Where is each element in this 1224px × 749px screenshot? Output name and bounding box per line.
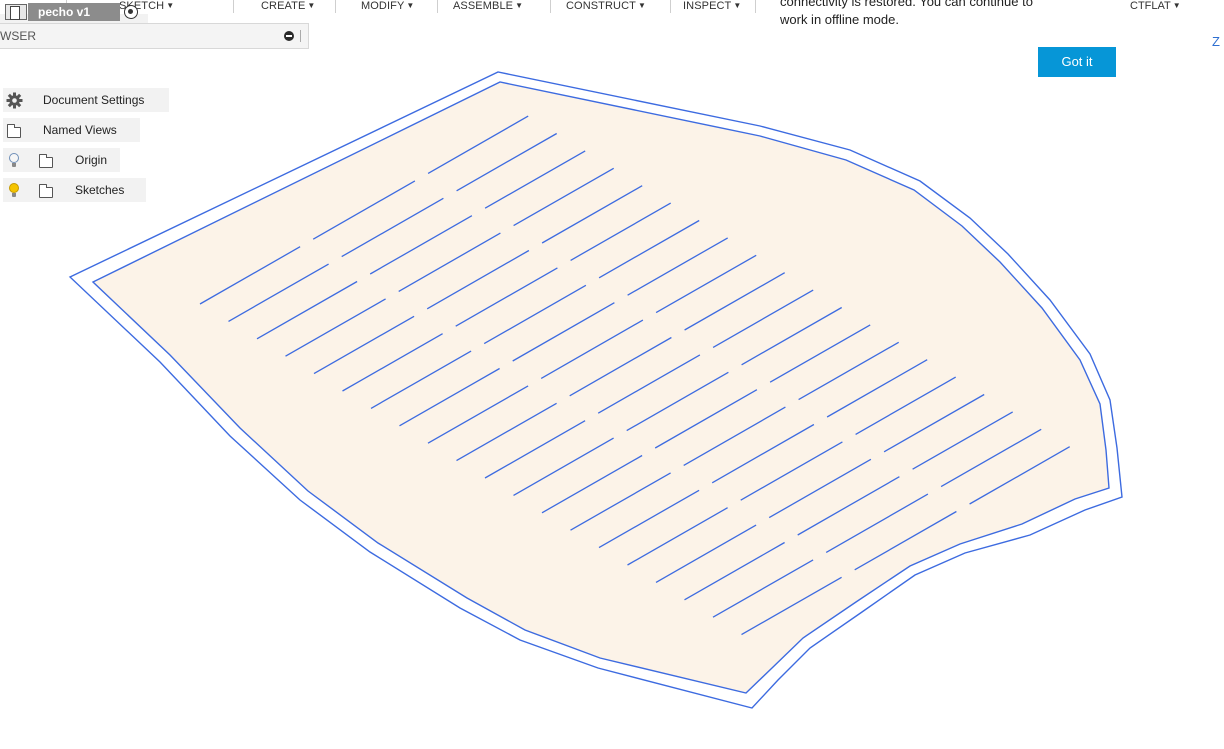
browser-panel-header[interactable]: WSER xyxy=(0,23,309,49)
tab-create-label: CREATE xyxy=(261,0,306,12)
tab-modify[interactable]: MODIFY ▼ xyxy=(361,0,414,13)
chevron-down-icon: ▼ xyxy=(166,1,175,10)
browser-item-origin[interactable]: Origin xyxy=(3,148,120,172)
tab-ctflat-label: CTFLAT xyxy=(1130,0,1171,12)
tab-inspect-label: INSPECT xyxy=(683,0,732,12)
offline-notification: connectivity is restored. You can contin… xyxy=(768,0,1130,88)
browser-item-document-settings[interactable]: Document Settings xyxy=(3,88,169,112)
notification-line: work in offline mode. xyxy=(780,12,899,27)
component-icon xyxy=(5,4,27,20)
browser-item-sketches[interactable]: Sketches xyxy=(3,178,146,202)
tab-construct[interactable]: CONSTRUCT ▼ xyxy=(566,0,646,13)
gear-icon xyxy=(6,92,23,109)
tab-inspect[interactable]: INSPECT ▼ xyxy=(683,0,741,13)
browser-title: WSER xyxy=(0,29,36,43)
activate-radio-icon[interactable] xyxy=(124,5,138,19)
toolbar-separator xyxy=(755,0,756,13)
visibility-bulb-on-icon[interactable] xyxy=(9,183,19,197)
toolbar-separator xyxy=(335,0,336,13)
toolbar-separator xyxy=(670,0,671,13)
chevron-down-icon: ▼ xyxy=(1172,1,1181,10)
view-cube-z-axis[interactable]: Z xyxy=(1212,34,1220,49)
toolbar-separator xyxy=(550,0,551,13)
chevron-down-icon: ▼ xyxy=(406,1,415,10)
tab-assemble-label: ASSEMBLE xyxy=(453,0,514,12)
tab-assemble[interactable]: ASSEMBLE ▼ xyxy=(453,0,523,13)
folder-icon xyxy=(39,154,53,168)
notification-line: connectivity is restored. You can contin… xyxy=(780,0,1033,9)
canvas-viewport[interactable] xyxy=(0,0,1224,749)
folder-icon xyxy=(7,124,21,138)
tab-construct-label: CONSTRUCT xyxy=(566,0,636,12)
tab-modify-label: MODIFY xyxy=(361,0,405,12)
chevron-down-icon: ▼ xyxy=(733,1,742,10)
collapse-panel-icon[interactable] xyxy=(284,31,294,41)
browser-item-label: Document Settings xyxy=(43,93,145,107)
browser-item-named-views[interactable]: Named Views xyxy=(3,118,140,142)
sketch-profile[interactable] xyxy=(91,81,1110,694)
chevron-down-icon: ▼ xyxy=(307,1,316,10)
notification-message: connectivity is restored. You can contin… xyxy=(780,0,1120,29)
root-component-label[interactable]: pecho v1 xyxy=(28,3,120,21)
toolbar-separator xyxy=(437,0,438,13)
chevron-down-icon: ▼ xyxy=(515,1,524,10)
browser-item-label: Sketches xyxy=(75,183,125,197)
folder-icon xyxy=(39,184,53,198)
toolbar-separator xyxy=(233,0,234,13)
panel-resize-handle[interactable] xyxy=(300,30,301,42)
chevron-down-icon: ▼ xyxy=(637,1,646,10)
visibility-bulb-off-icon[interactable] xyxy=(9,153,19,167)
got-it-button[interactable]: Got it xyxy=(1038,47,1116,77)
tab-ctflat[interactable]: CTFLAT ▼ xyxy=(1130,0,1181,13)
browser-item-label: Origin xyxy=(75,153,108,167)
browser-item-label: Named Views xyxy=(43,123,117,137)
tab-create[interactable]: CREATE ▼ xyxy=(261,0,315,13)
